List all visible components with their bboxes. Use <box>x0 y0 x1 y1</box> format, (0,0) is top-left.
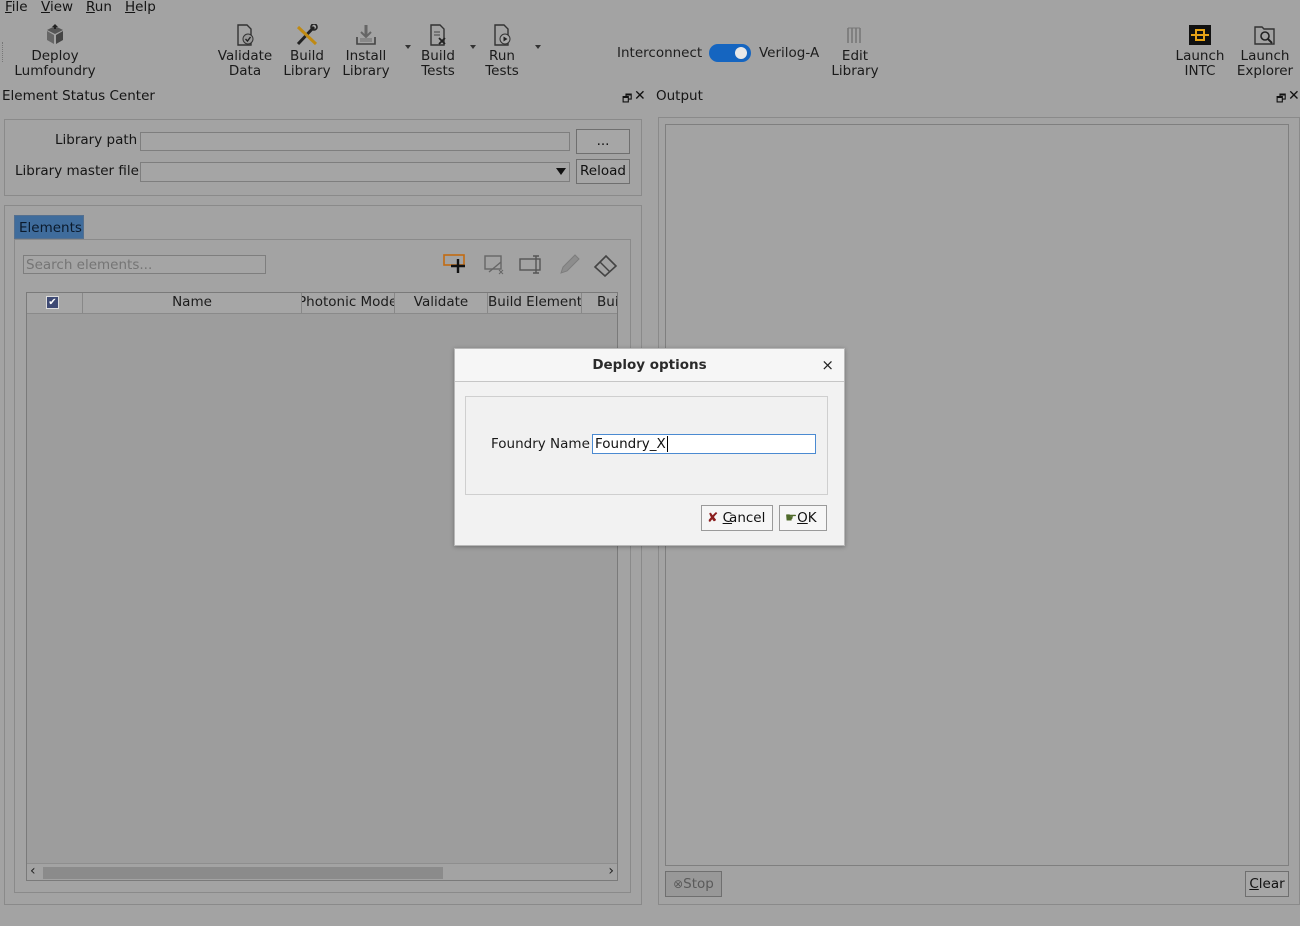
horizontal-scrollbar[interactable]: ‹ › <box>27 863 617 880</box>
dialog-close-icon[interactable]: × <box>821 356 834 374</box>
install-tray-icon <box>354 24 378 46</box>
tools-icon <box>295 24 319 46</box>
foundry-name-input[interactable]: Foundry_X <box>592 434 816 454</box>
left-dock-float-icon[interactable]: 🗗 <box>622 90 632 109</box>
table-header: ✔ Name Photonic Mode Validate Build Elem… <box>27 293 617 314</box>
intc-chip-icon <box>1188 24 1212 46</box>
deploy-package-icon <box>43 24 67 46</box>
library-path-input[interactable] <box>140 132 570 151</box>
tab-elements[interactable]: Elements <box>14 215 84 239</box>
explorer-magnifier-icon <box>1253 24 1277 46</box>
scroll-right-icon[interactable]: › <box>608 863 614 879</box>
right-dock-float-icon[interactable]: 🗗 <box>1276 90 1286 109</box>
cancel-button[interactable]: ✘ Cancel <box>701 505 773 531</box>
build-tests-icon <box>426 24 450 46</box>
left-dock-close-icon[interactable]: ✕ <box>634 88 646 104</box>
clear-button[interactable]: Clear <box>1245 871 1289 897</box>
build-library-button[interactable]: Build Library <box>282 24 332 79</box>
toggle-knob <box>735 47 747 59</box>
browse-button[interactable]: ... <box>576 129 630 154</box>
install-library-dropdown-arrow[interactable] <box>405 45 411 49</box>
eraser-icon[interactable] <box>593 253 619 281</box>
menu-view[interactable]: View <box>41 0 73 15</box>
cancel-x-icon: ✘ <box>707 510 719 526</box>
header-select-all[interactable]: ✔ <box>27 293 83 313</box>
rename-element-icon[interactable] <box>519 254 545 280</box>
ok-hand-icon: ☛ <box>785 510 798 526</box>
mode-toggle-switch[interactable] <box>709 44 751 62</box>
ok-button[interactable]: ☛OK <box>779 505 827 531</box>
library-path-label: Library path <box>55 132 138 148</box>
output-title: Output <box>656 88 703 104</box>
install-library-button[interactable]: Install Library <box>340 24 392 79</box>
launch-intc-button[interactable]: Launch INTC <box>1174 24 1226 79</box>
toolbar-grip[interactable] <box>2 42 6 62</box>
scroll-left-icon[interactable]: ‹ <box>30 863 36 879</box>
header-name[interactable]: Name <box>83 293 302 313</box>
library-master-file-select[interactable] <box>140 162 570 182</box>
foundry-name-label: Foundry Name <box>491 436 590 452</box>
menu-run[interactable]: Run <box>86 0 112 15</box>
header-build-truncated[interactable]: Bui <box>582 293 617 313</box>
menu-file[interactable]: File <box>5 0 28 15</box>
build-tests-dropdown-arrow[interactable] <box>470 45 476 49</box>
scroll-thumb[interactable] <box>43 867 443 879</box>
stop-icon: ⊗ <box>673 877 684 891</box>
edit-library-button[interactable]: Edit Library <box>830 24 880 79</box>
validate-data-button[interactable]: Validate Data <box>216 24 274 79</box>
library-master-file-label: Library master file <box>15 163 139 179</box>
library-settings-group <box>4 119 642 196</box>
validate-document-icon <box>233 24 257 46</box>
run-tests-icon <box>490 24 514 46</box>
menu-bar: File View Run Help <box>0 0 1300 16</box>
chevron-down-icon <box>556 168 566 175</box>
verilog-a-label: Verilog-A <box>759 45 820 61</box>
deploy-lumfoundry-button[interactable]: Deploy Lumfoundry <box>14 24 96 79</box>
menu-help[interactable]: Help <box>125 0 156 15</box>
launch-explorer-button[interactable]: Launch Explorer <box>1234 24 1296 79</box>
run-tests-button[interactable]: Run Tests <box>482 24 522 79</box>
interconnect-label: Interconnect <box>617 45 703 61</box>
edit-library-icon <box>843 24 867 46</box>
header-photonic-mode[interactable]: Photonic Mode <box>302 293 395 313</box>
stop-button[interactable]: ⊗Stop <box>665 871 722 897</box>
header-validate[interactable]: Validate <box>395 293 488 313</box>
search-elements-input[interactable] <box>23 255 266 274</box>
edit-pencil-icon[interactable] <box>557 253 581 281</box>
right-dock-close-icon[interactable]: ✕ <box>1288 88 1300 104</box>
header-build-element[interactable]: Build Element <box>488 293 582 313</box>
build-tests-button[interactable]: Build Tests <box>416 24 460 79</box>
export-element-icon[interactable] <box>483 254 507 280</box>
dialog-title: Deploy options <box>455 349 844 382</box>
reload-button[interactable]: Reload <box>576 159 630 184</box>
add-element-icon[interactable] <box>443 253 469 279</box>
text-cursor <box>666 436 668 452</box>
select-all-checkbox[interactable]: ✔ <box>46 296 59 309</box>
run-tests-dropdown-arrow[interactable] <box>535 45 541 49</box>
element-status-center-title: Element Status Center <box>2 88 155 104</box>
